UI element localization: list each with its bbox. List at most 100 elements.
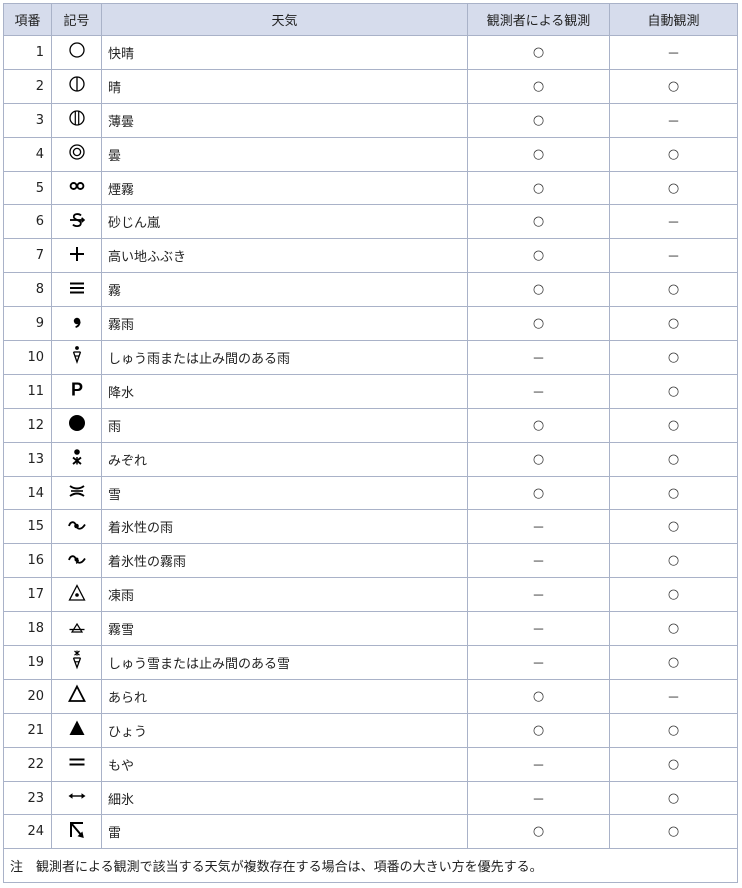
header-symbol: 記号 bbox=[51, 3, 102, 36]
row-number: 10 bbox=[3, 340, 52, 375]
table-row: 14 雪 ○ ○ bbox=[3, 475, 738, 511]
table-row: 16 着氷性の霧雨－ ○ bbox=[3, 543, 738, 579]
hail-icon bbox=[66, 717, 88, 739]
row-weather: 霧雪 bbox=[101, 611, 468, 647]
row-symbol bbox=[51, 678, 102, 714]
sleet-icon bbox=[66, 446, 88, 468]
row-weather: もや bbox=[101, 746, 468, 782]
table-row: 24 雷 ○ ○ bbox=[3, 814, 738, 850]
row-weather: 快晴 bbox=[101, 35, 468, 70]
row-number: 14 bbox=[3, 475, 52, 511]
table-row: 9 霧雨 ○ ○ bbox=[3, 306, 738, 342]
rain-shower-icon bbox=[66, 344, 88, 366]
row-number: 3 bbox=[3, 102, 52, 138]
row-observer-mark: ○ bbox=[467, 272, 610, 308]
row-symbol bbox=[51, 35, 102, 70]
table-row: 3 薄曇 ○ － bbox=[3, 102, 738, 138]
row-weather: 着氷性の霧雨 bbox=[101, 543, 468, 579]
row-number: 2 bbox=[3, 68, 52, 104]
row-observer-mark: ○ bbox=[467, 814, 610, 850]
table-row: 7 高い地ふぶき ○ － bbox=[3, 238, 738, 274]
row-observer-mark: ○ bbox=[467, 136, 610, 172]
table-row: 22 もや－ ○ bbox=[3, 746, 738, 782]
row-weather: 煙霧 bbox=[101, 170, 468, 206]
row-observer-mark: ○ bbox=[467, 35, 610, 70]
row-symbol bbox=[51, 645, 102, 680]
row-weather: 細氷 bbox=[101, 780, 468, 816]
row-symbol bbox=[51, 407, 102, 443]
row-auto-mark: ○ bbox=[609, 136, 738, 172]
row-observer-mark: － bbox=[467, 373, 610, 409]
row-observer-mark: － bbox=[467, 611, 610, 647]
header-automatic: 自動観測 bbox=[609, 3, 738, 36]
row-observer-mark: ○ bbox=[467, 712, 610, 748]
row-observer-mark: ○ bbox=[467, 475, 610, 511]
sandstorm-icon bbox=[66, 209, 88, 231]
row-auto-mark: ○ bbox=[609, 509, 738, 545]
table-row: 1 快晴 ○ － bbox=[3, 35, 738, 70]
row-symbol bbox=[51, 577, 102, 613]
row-auto-mark: ○ bbox=[609, 814, 738, 850]
table-row: 2 晴 ○ ○ bbox=[3, 68, 738, 104]
row-observer-mark: ○ bbox=[467, 68, 610, 104]
row-number: 1 bbox=[3, 35, 52, 70]
row-symbol bbox=[51, 611, 102, 647]
row-weather: 砂じん嵐 bbox=[101, 204, 468, 240]
row-number: 22 bbox=[3, 746, 52, 782]
row-weather: しゅう雨または止み間のある雨 bbox=[101, 340, 468, 375]
blowing-snow-icon bbox=[66, 243, 88, 265]
row-weather: 着氷性の雨 bbox=[101, 509, 468, 545]
clear-sky-icon bbox=[66, 39, 88, 61]
row-weather: 霧 bbox=[101, 272, 468, 308]
table-row: 20 あられ ○ － bbox=[3, 678, 738, 714]
row-observer-mark: ○ bbox=[467, 238, 610, 274]
row-number: 5 bbox=[3, 170, 52, 206]
row-auto-mark: ○ bbox=[609, 170, 738, 206]
freezing-drizzle-icon bbox=[66, 548, 88, 570]
row-auto-mark: ○ bbox=[609, 272, 738, 308]
row-symbol bbox=[51, 780, 102, 816]
snow-pellets-icon bbox=[66, 683, 88, 705]
row-weather: 薄曇 bbox=[101, 102, 468, 138]
row-number: 21 bbox=[3, 712, 52, 748]
row-observer-mark: － bbox=[467, 746, 610, 782]
row-symbol: P bbox=[51, 373, 102, 409]
row-symbol bbox=[51, 475, 102, 511]
row-weather: 晴 bbox=[101, 68, 468, 104]
row-observer-mark: － bbox=[467, 645, 610, 680]
row-observer-mark: ○ bbox=[467, 102, 610, 138]
table-note: 注 観測者による観測で該当する天気が複数存在する場合は、項番の大きい方を優先する… bbox=[3, 848, 738, 884]
row-number: 24 bbox=[3, 814, 52, 850]
rain-icon bbox=[66, 412, 88, 434]
row-weather: しゅう雪または止み間のある雪 bbox=[101, 645, 468, 680]
table-body: 1 快晴 ○ － 2 晴 ○ ○ 3 薄曇 ○ － 4 曇 ○ ○ 5 煙霧 ○ ○ 6 砂じん嵐 ○ － 7 高い地ふぶき ○ － 8… bbox=[3, 35, 738, 850]
row-auto-mark: ○ bbox=[609, 475, 738, 511]
row-weather: 高い地ふぶき bbox=[101, 238, 468, 274]
row-symbol bbox=[51, 441, 102, 477]
row-observer-mark: － bbox=[467, 340, 610, 375]
row-auto-mark: － bbox=[609, 678, 738, 714]
header-observer: 観測者による観測 bbox=[467, 3, 610, 36]
row-number: 9 bbox=[3, 306, 52, 342]
row-observer-mark: － bbox=[467, 577, 610, 613]
row-number: 16 bbox=[3, 543, 52, 579]
row-symbol bbox=[51, 306, 102, 342]
fog-icon bbox=[66, 277, 88, 299]
table-row: 8 霧 ○ ○ bbox=[3, 272, 738, 308]
row-symbol bbox=[51, 136, 102, 172]
row-auto-mark: ○ bbox=[609, 543, 738, 579]
snow-grains-icon bbox=[66, 616, 88, 638]
thin-cloud-icon bbox=[66, 107, 88, 129]
mist-icon bbox=[66, 751, 88, 773]
row-number: 7 bbox=[3, 238, 52, 274]
table-row: 19 しゅう雪または止み間のある雪－ ○ bbox=[3, 645, 738, 680]
row-number: 12 bbox=[3, 407, 52, 443]
row-number: 17 bbox=[3, 577, 52, 613]
row-number: 13 bbox=[3, 441, 52, 477]
row-observer-mark: ○ bbox=[467, 170, 610, 206]
row-weather: あられ bbox=[101, 678, 468, 714]
freezing-rain-icon bbox=[66, 514, 88, 536]
row-symbol bbox=[51, 204, 102, 240]
row-weather: 降水 bbox=[101, 373, 468, 409]
row-symbol bbox=[51, 543, 102, 579]
